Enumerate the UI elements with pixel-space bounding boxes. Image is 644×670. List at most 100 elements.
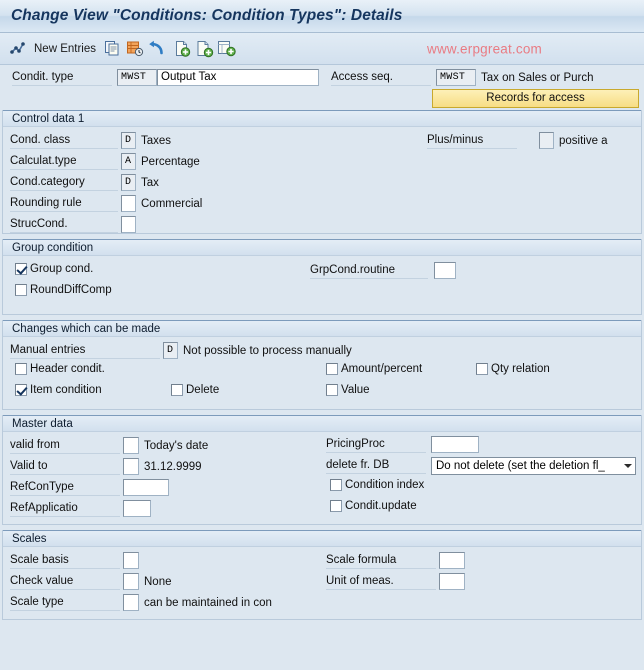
unit-of-meas-input[interactable]: [439, 573, 465, 590]
header-condit-checkbox-box[interactable]: [15, 363, 27, 375]
value-checkbox[interactable]: Value: [326, 384, 370, 396]
changes-section: Changes which can be made Manual entries…: [2, 320, 642, 410]
check-value-text: None: [144, 575, 172, 588]
scales-body: Scale basis Scale formula Check value No…: [3, 547, 641, 619]
records-for-access-button[interactable]: Records for access: [432, 89, 639, 108]
scale-formula-label: Scale formula: [326, 553, 436, 569]
page-title: Change View "Conditions: Condition Types…: [11, 7, 403, 24]
item-condition-label: Item condition: [30, 384, 102, 396]
check-value-input[interactable]: [123, 573, 139, 590]
copy-icon[interactable]: [103, 39, 122, 58]
group-condition-section: Group condition Group cond. GrpCond.rout…: [2, 239, 642, 315]
new-entries-button[interactable]: New Entries: [34, 43, 96, 55]
group-condition-body: Group cond. GrpCond.routine RoundDiffCom…: [3, 256, 641, 314]
group-cond-label: Group cond.: [30, 263, 94, 275]
access-seq-label: Access seq.: [331, 70, 431, 86]
round-diff-comp-label: RoundDiffComp: [30, 284, 112, 296]
header-condit-label: Header condit.: [30, 363, 105, 375]
plus-minus-label: Plus/minus: [427, 133, 517, 149]
cond-class-key-input[interactable]: D: [121, 132, 136, 149]
next-entry-icon[interactable]: [195, 39, 214, 58]
cond-category-label: Cond.category: [10, 175, 118, 191]
header-fields-area: Condit. type MWST Output Tax Access seq.…: [0, 65, 644, 110]
application-toolbar: New Entries www.erpgreat.com: [0, 33, 644, 65]
ref-applicatio-input[interactable]: [123, 500, 151, 517]
ref-con-type-label: RefConType: [10, 480, 120, 496]
rounding-rule-text: Commercial: [141, 197, 203, 210]
delete-label: Delete: [186, 384, 220, 396]
ref-con-type-input[interactable]: [123, 479, 169, 496]
plus-minus-text: positive a: [559, 134, 608, 147]
cond-type-label: Condit. type: [12, 70, 112, 86]
delete-checkbox-box[interactable]: [171, 384, 183, 396]
delete-fr-db-label: delete fr. DB: [326, 458, 426, 474]
manual-entries-key-input[interactable]: D: [163, 342, 178, 359]
unit-of-meas-label: Unit of meas.: [326, 574, 436, 590]
control-data-section: Control data 1 Cond. class D Taxes Plus/…: [2, 110, 642, 234]
condition-index-checkbox-box[interactable]: [330, 479, 342, 491]
site-watermark: www.erpgreat.com: [427, 41, 542, 56]
calc-type-label: Calculat.type: [10, 154, 118, 170]
round-diff-comp-checkbox-box[interactable]: [15, 284, 27, 296]
valid-to-label: Valid to: [10, 459, 120, 475]
scale-basis-input[interactable]: [123, 552, 139, 569]
delete-checkbox[interactable]: Delete: [171, 384, 219, 396]
grpcond-routine-input[interactable]: [434, 262, 456, 279]
plus-minus-key-input[interactable]: [539, 132, 554, 149]
manual-entries-text: Not possible to process manually: [183, 344, 352, 357]
condition-index-label: Condition index: [345, 479, 425, 491]
scale-formula-input[interactable]: [439, 552, 465, 569]
chevron-down-icon[interactable]: [624, 464, 632, 468]
condit-update-label: Condit.update: [345, 500, 417, 512]
rounding-rule-label: Rounding rule: [10, 196, 118, 212]
value-checkbox-box[interactable]: [326, 384, 338, 396]
condition-index-checkbox[interactable]: Condition index: [330, 479, 424, 491]
struc-cond-key-input[interactable]: [121, 216, 136, 233]
valid-to-key-input[interactable]: [123, 458, 139, 475]
previous-entry-icon[interactable]: [173, 39, 192, 58]
value-label: Value: [341, 384, 370, 396]
qty-relation-label: Qty relation: [491, 363, 550, 375]
calc-type-text: Percentage: [141, 155, 200, 168]
struc-cond-label: StrucCond.: [10, 217, 118, 233]
access-seq-text: Tax on Sales or Purch: [481, 71, 594, 84]
calc-type-key-input[interactable]: A: [121, 153, 136, 170]
scale-type-text: can be maintained in con: [144, 596, 272, 609]
round-diff-comp-checkbox[interactable]: RoundDiffComp: [15, 284, 112, 296]
scale-type-input[interactable]: [123, 594, 139, 611]
valid-from-key-input[interactable]: [123, 437, 139, 454]
other-entry-icon[interactable]: [217, 39, 236, 58]
qty-relation-checkbox-box[interactable]: [476, 363, 488, 375]
changes-body: Manual entries D Not possible to process…: [3, 337, 641, 409]
cond-category-key-input[interactable]: D: [121, 174, 136, 191]
amount-percent-checkbox[interactable]: Amount/percent: [326, 363, 422, 375]
cond-type-text-input[interactable]: Output Tax: [157, 69, 319, 86]
header-condit-checkbox[interactable]: Header condit.: [15, 363, 105, 375]
access-seq-key-input[interactable]: MWST: [436, 69, 476, 86]
group-condition-header: Group condition: [3, 239, 641, 256]
pricing-proc-label: PricingProc: [326, 437, 426, 453]
pricing-proc-input[interactable]: [431, 436, 479, 453]
check-value-label: Check value: [10, 574, 120, 590]
control-data-body: Cond. class D Taxes Plus/minus positive …: [3, 127, 641, 233]
group-cond-checkbox[interactable]: Group cond.: [15, 263, 93, 275]
rounding-rule-key-input[interactable]: [121, 195, 136, 212]
undo-icon[interactable]: [147, 39, 166, 58]
scale-type-label: Scale type: [10, 595, 120, 611]
scales-header: Scales: [3, 530, 641, 547]
condit-update-checkbox-box[interactable]: [330, 500, 342, 512]
item-condition-checkbox-box[interactable]: [15, 384, 27, 396]
item-condition-checkbox[interactable]: Item condition: [15, 384, 102, 396]
qty-relation-checkbox[interactable]: Qty relation: [476, 363, 550, 375]
group-cond-checkbox-box[interactable]: [15, 263, 27, 275]
valid-from-text: Today's date: [144, 439, 209, 452]
valid-to-text: 31.12.9999: [144, 460, 202, 473]
new-entries-icon[interactable]: [8, 39, 27, 58]
delete-icon[interactable]: [125, 39, 144, 58]
amount-percent-checkbox-box[interactable]: [326, 363, 338, 375]
master-data-section: Master data valid from Today's date Pric…: [2, 415, 642, 525]
delete-fr-db-dropdown[interactable]: Do not delete (set the deletion fl_: [431, 457, 636, 475]
cond-type-key-input[interactable]: MWST: [117, 69, 157, 86]
condit-update-checkbox[interactable]: Condit.update: [330, 500, 417, 512]
ref-applicatio-label: RefApplicatio: [10, 501, 120, 517]
